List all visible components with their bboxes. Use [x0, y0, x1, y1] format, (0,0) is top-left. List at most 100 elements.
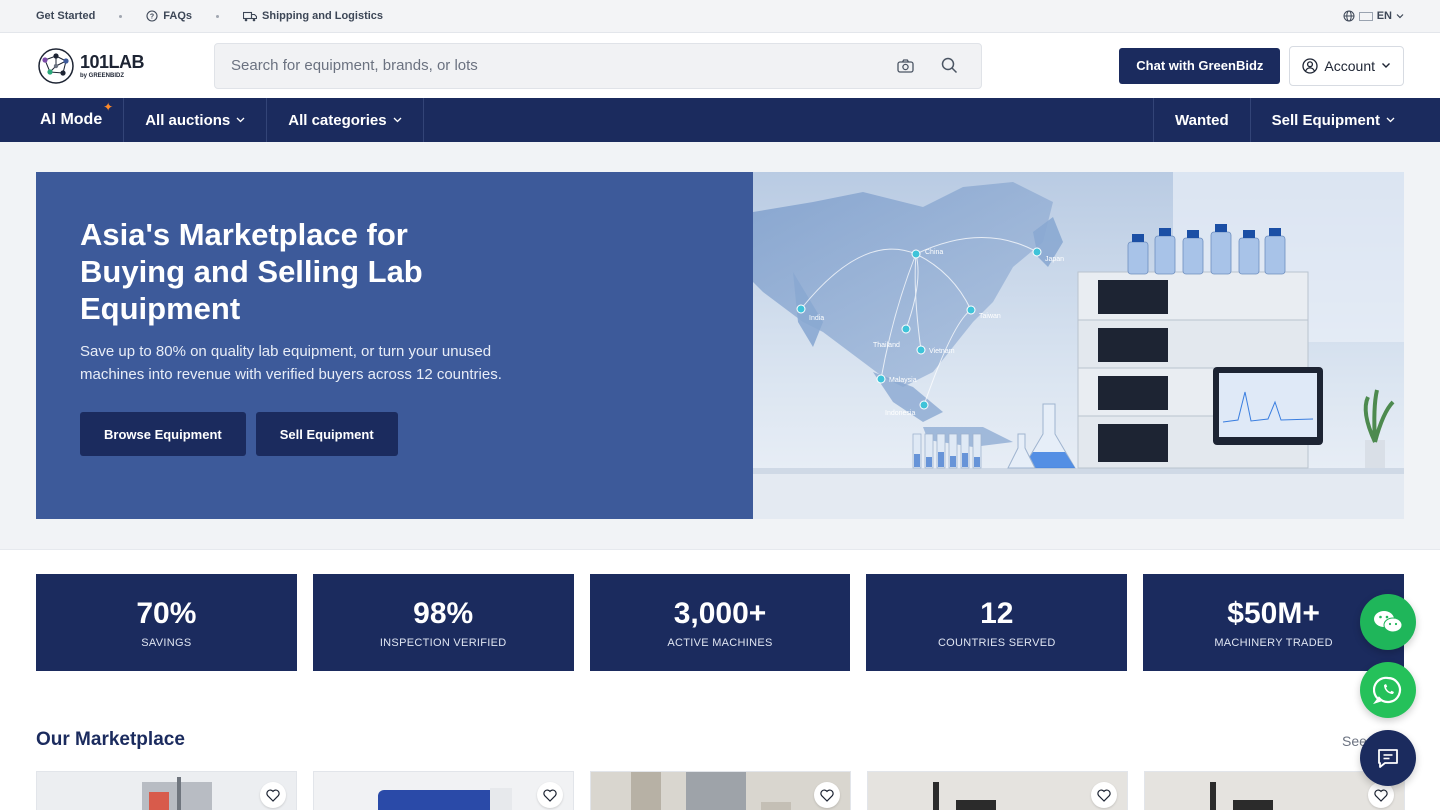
truck-icon	[243, 11, 258, 21]
heart-icon	[1097, 788, 1111, 802]
stat-card: 12 COUNTRIES SERVED	[866, 574, 1128, 671]
chevron-down-icon	[1396, 14, 1404, 19]
search-input[interactable]: Search for equipment, brands, or lots	[231, 57, 877, 74]
separator-dot	[119, 14, 123, 18]
product-image	[37, 772, 296, 810]
product-image	[1145, 772, 1404, 810]
nav-ai-mode[interactable]: AI Mode ✦	[36, 98, 125, 142]
product-card[interactable]	[313, 771, 574, 810]
asia-map-lab-illustration: China Japan India Taiwan Thailand Vietna…	[753, 172, 1404, 519]
main-nav: AI Mode ✦ All auctions All categories Wa…	[0, 98, 1440, 142]
separator-dot	[216, 14, 220, 18]
map-label-japan: Japan	[1045, 256, 1064, 263]
browse-equipment-button[interactable]: Browse Equipment	[80, 412, 246, 456]
shipping-link[interactable]: Shipping and Logistics	[243, 10, 383, 22]
sparkle-icon: ✦	[103, 100, 114, 114]
camera-search-button[interactable]	[889, 50, 921, 82]
hero-banner: Asia's Marketplace for Buying and Sellin…	[36, 172, 1404, 519]
map-label-china: China	[925, 249, 943, 256]
wechat-button[interactable]	[1360, 594, 1416, 650]
marketplace-heading: Our Marketplace	[36, 729, 185, 750]
sell-equipment-button[interactable]: Sell Equipment	[255, 412, 398, 456]
stat-value: 3,000+	[673, 596, 767, 630]
stat-label: INSPECTION VERIFIED	[379, 636, 507, 649]
get-started-label: Get Started	[36, 10, 96, 22]
stat-value: 98%	[413, 596, 474, 630]
whatsapp-button[interactable]	[1360, 662, 1416, 718]
map-label-indonesia: Indonesia	[885, 410, 915, 417]
hero-content: Asia's Marketplace for Buying and Sellin…	[36, 172, 753, 519]
wanted-label: Wanted	[1175, 111, 1229, 129]
stat-card: 3,000+ ACTIVE MACHINES	[589, 574, 851, 671]
wechat-icon	[1374, 611, 1403, 633]
heart-icon	[543, 788, 557, 802]
support-chat-button[interactable]	[1360, 730, 1416, 786]
stat-value: $50M+	[1227, 596, 1320, 630]
chevron-down-icon	[1382, 63, 1390, 68]
site-header: 101LAB by GREENBIDZ Search for equipment…	[0, 33, 1440, 98]
get-started-link[interactable]: Get Started	[36, 10, 95, 22]
globe-icon	[1343, 10, 1355, 22]
logo-network-icon	[38, 47, 74, 84]
heart-icon	[266, 788, 280, 802]
svg-text:?: ?	[150, 14, 154, 21]
nav-wanted[interactable]: Wanted	[1153, 98, 1250, 142]
ai-mode-label: AI Mode	[40, 111, 103, 128]
stat-label: ACTIVE MACHINES	[667, 636, 773, 649]
question-circle-icon: ?	[146, 10, 158, 22]
language-selector[interactable]: EN	[1343, 10, 1404, 22]
search-button[interactable]	[933, 50, 965, 82]
hero-subtitle: Save up to 80% on quality lab equipment,…	[80, 343, 502, 383]
all-categories-label: All categories	[288, 111, 387, 129]
stat-value: 12	[980, 596, 1014, 630]
product-card[interactable]	[1144, 771, 1405, 810]
product-image	[314, 772, 573, 810]
stat-card: 98% INSPECTION VERIFIED	[312, 574, 574, 671]
product-image	[868, 772, 1127, 810]
faqs-label: FAQs	[163, 10, 193, 22]
site-logo[interactable]: 101LAB by GREENBIDZ	[36, 46, 214, 86]
map-label-thailand: Thailand	[873, 342, 900, 349]
search-bar[interactable]: Search for equipment, brands, or lots	[214, 42, 982, 89]
camera-icon	[896, 58, 914, 73]
stat-card: 70% SAVINGS	[36, 574, 297, 671]
whatsapp-icon	[1373, 676, 1402, 705]
flag-icon	[1358, 11, 1373, 21]
product-card[interactable]	[867, 771, 1128, 810]
stat-label: COUNTRIES SERVED	[937, 636, 1056, 649]
chat-bubble-icon	[1378, 749, 1398, 768]
nav-all-auctions[interactable]: All auctions	[124, 98, 268, 142]
product-image	[591, 772, 850, 810]
favorite-button[interactable]	[814, 782, 840, 808]
chevron-down-icon	[393, 117, 402, 123]
map-label-vietnam: Vietnam	[929, 348, 955, 355]
account-button[interactable]: Account	[1289, 45, 1404, 86]
marketplace-cards	[36, 771, 1405, 810]
logo-byline: by GREENBIDZ	[80, 72, 125, 79]
chat-with-greenbidz-button[interactable]: Chat with GreenBidz	[1119, 47, 1281, 84]
product-card[interactable]	[590, 771, 851, 810]
sell-equipment-label: Sell Equipment	[1271, 111, 1380, 129]
faqs-link[interactable]: ? FAQs	[146, 10, 192, 22]
favorite-button[interactable]	[260, 782, 286, 808]
search-icon	[941, 57, 957, 74]
language-label: EN	[1376, 10, 1392, 22]
product-card[interactable]	[36, 771, 297, 810]
nav-sell-equipment[interactable]: Sell Equipment	[1249, 98, 1416, 142]
chevron-down-icon	[1386, 117, 1395, 123]
account-label: Account	[1324, 57, 1375, 74]
map-label-taiwan: Taiwan	[979, 313, 1001, 320]
nav-all-categories[interactable]: All categories	[267, 98, 424, 142]
all-auctions-label: All auctions	[145, 111, 231, 129]
user-circle-icon	[1302, 57, 1319, 74]
utility-bar: Get Started ? FAQs Shipping and Logistic…	[0, 0, 1440, 33]
stat-value: 70%	[136, 596, 197, 630]
stat-label: MACHINERY TRADED	[1214, 636, 1333, 649]
stat-label: SAVINGS	[141, 636, 192, 649]
favorite-button[interactable]	[537, 782, 563, 808]
shipping-label: Shipping and Logistics	[262, 10, 384, 22]
heart-icon	[1374, 788, 1388, 802]
favorite-button[interactable]	[1091, 782, 1117, 808]
map-label-india: India	[809, 315, 824, 322]
logo-wordmark: 101LAB	[80, 51, 145, 72]
